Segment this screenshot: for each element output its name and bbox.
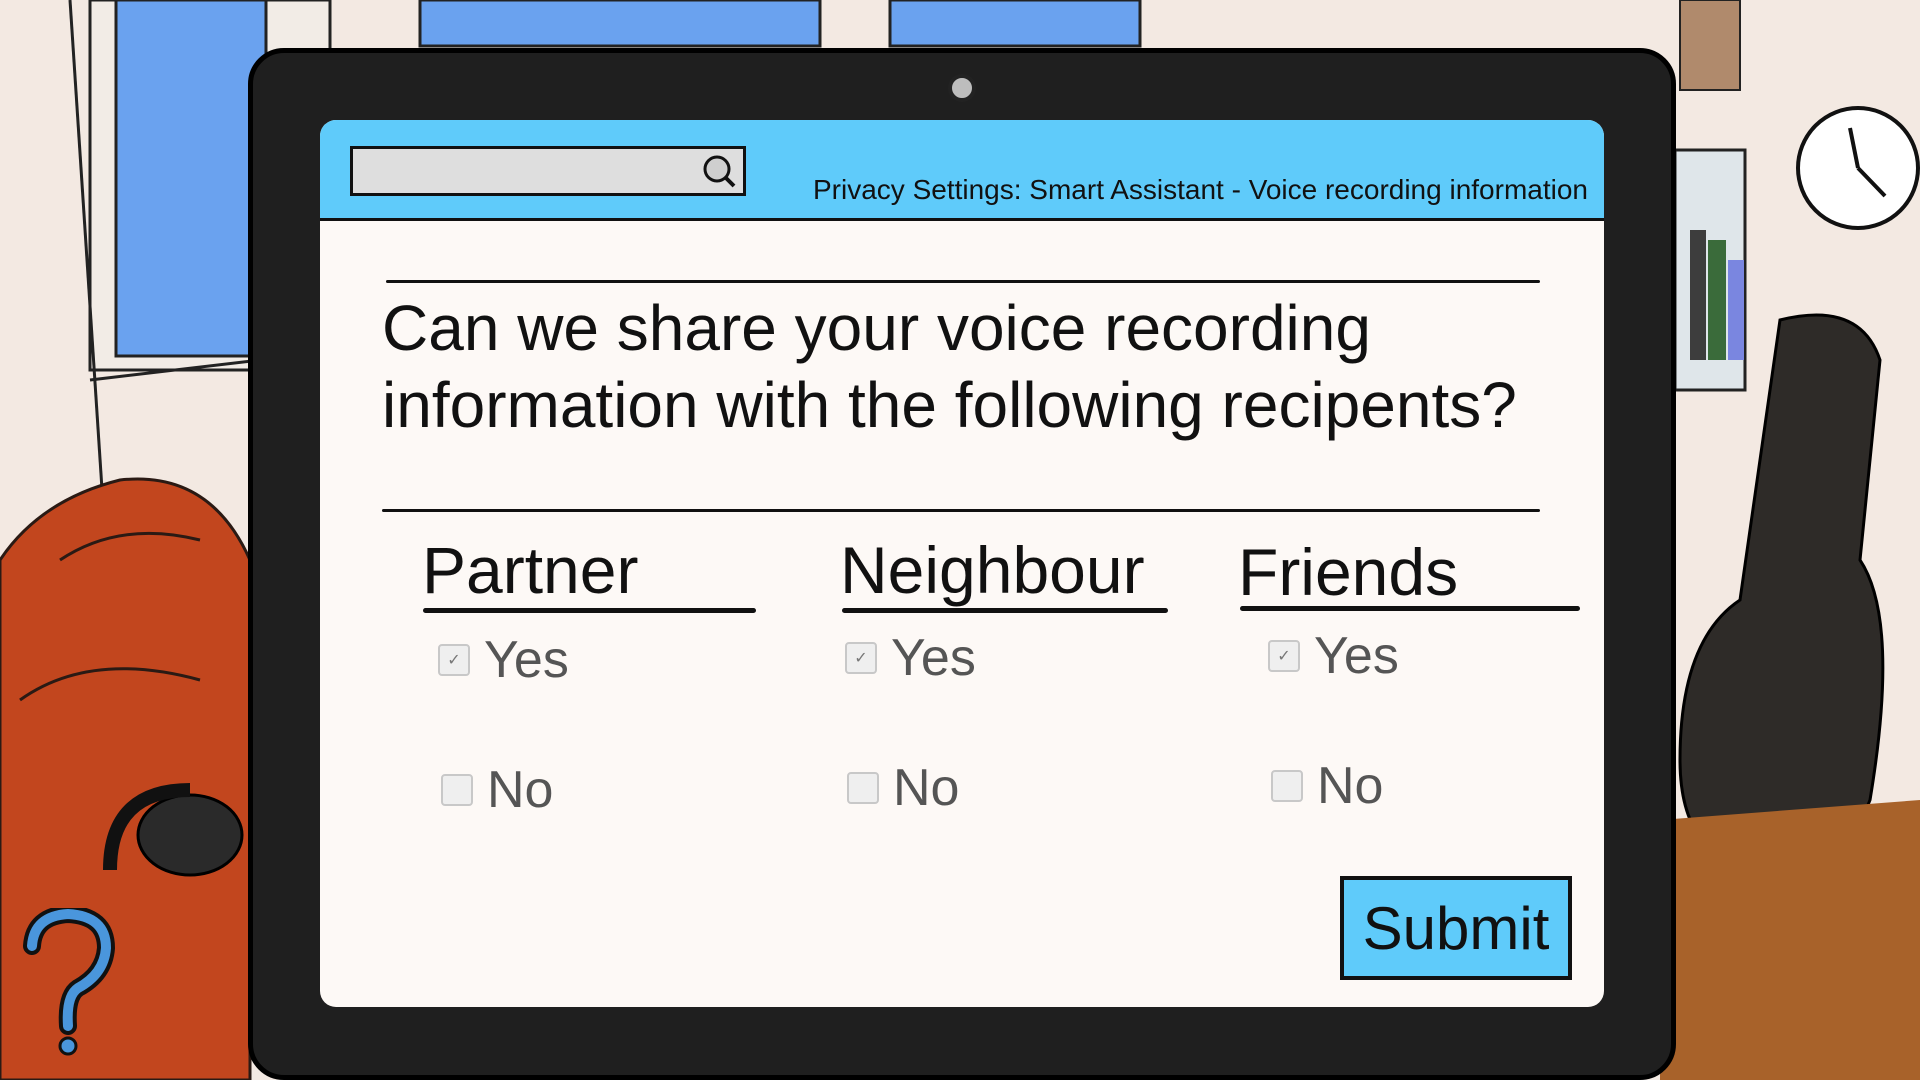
search-input[interactable] xyxy=(350,146,746,196)
option-label: No xyxy=(487,761,554,819)
divider-top xyxy=(386,280,1540,283)
column-underline xyxy=(423,608,756,613)
friends-yes-checkbox[interactable]: ✓ xyxy=(1268,640,1300,672)
partner-yes-checkbox[interactable]: ✓ xyxy=(438,644,470,676)
option-label: Yes xyxy=(484,631,569,689)
option-label: Yes xyxy=(891,629,976,687)
column-underline xyxy=(842,608,1168,613)
column-underline xyxy=(1240,606,1580,611)
partner-no-option[interactable]: No xyxy=(441,760,553,820)
column-header-friends: Friends xyxy=(1238,535,1459,609)
column-header-partner: Partner xyxy=(422,533,639,607)
neighbour-no-option[interactable]: No xyxy=(847,758,959,818)
search-icon[interactable] xyxy=(701,153,737,189)
question-mark-icon[interactable] xyxy=(20,908,116,1056)
friends-no-option[interactable]: No xyxy=(1271,756,1383,816)
option-label: No xyxy=(1317,757,1384,815)
friends-no-checkbox[interactable] xyxy=(1271,770,1303,802)
neighbour-yes-checkbox[interactable]: ✓ xyxy=(845,642,877,674)
column-header-neighbour: Neighbour xyxy=(840,533,1145,607)
window-titlebar: Privacy Settings: Smart Assistant - Voic… xyxy=(320,120,1604,221)
option-label: No xyxy=(893,759,960,817)
option-label: Yes xyxy=(1314,627,1399,685)
neighbour-yes-option[interactable]: ✓ Yes xyxy=(845,628,976,688)
partner-yes-option[interactable]: ✓ Yes xyxy=(438,630,569,690)
friends-yes-option[interactable]: ✓ Yes xyxy=(1268,626,1399,686)
window-title: Privacy Settings: Smart Assistant - Voic… xyxy=(813,174,1588,205)
neighbour-no-checkbox[interactable] xyxy=(847,772,879,804)
camera-icon xyxy=(948,74,976,102)
question-text: Can we share your voice recording inform… xyxy=(382,292,1517,441)
divider-middle xyxy=(382,509,1540,512)
submit-button[interactable]: Submit xyxy=(1340,876,1572,980)
partner-no-checkbox[interactable] xyxy=(441,774,473,806)
tablet-screen: Privacy Settings: Smart Assistant - Voic… xyxy=(320,120,1604,1007)
clock-icon xyxy=(1796,106,1920,230)
